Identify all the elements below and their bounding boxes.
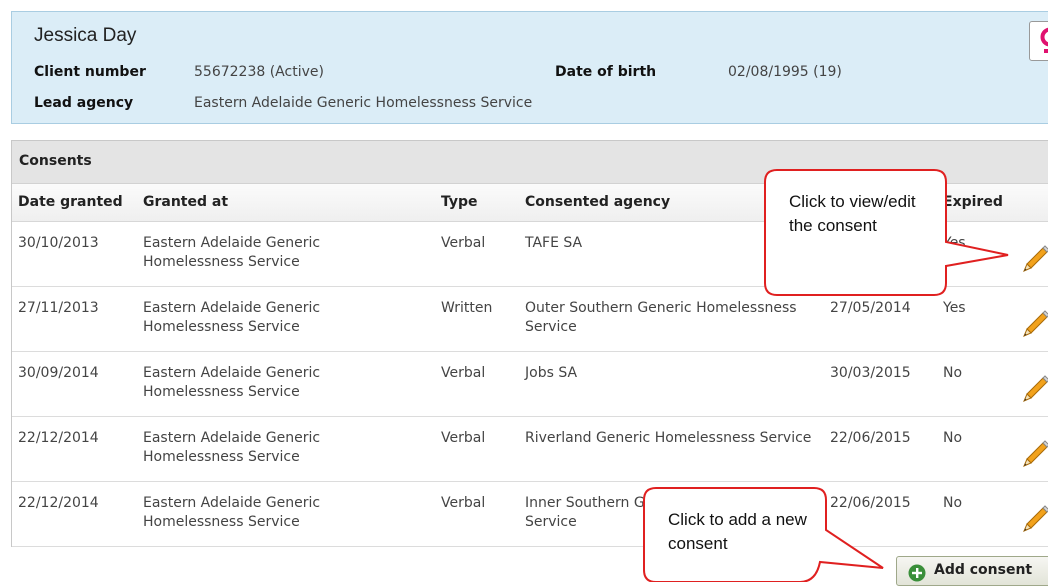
dob-label: Date of birth xyxy=(555,64,656,80)
cell-consented-agency: Outer Southern Generic Homelessness Serv… xyxy=(525,299,815,337)
pencil-icon[interactable] xyxy=(1020,371,1048,403)
dob-value: 02/08/1995 (19) xyxy=(728,64,842,80)
cell-date-granted: 30/09/2014 xyxy=(18,364,99,383)
table-row: 27/11/2013 Eastern Adelaide Generic Home… xyxy=(12,287,1048,352)
col-expired: Expired xyxy=(943,194,1003,210)
lead-agency-label: Lead agency xyxy=(34,95,133,111)
cell-type: Verbal xyxy=(441,234,485,253)
lead-agency-value: Eastern Adelaide Generic Homelessness Se… xyxy=(194,95,532,111)
pencil-icon[interactable] xyxy=(1020,436,1048,468)
cell-expired: No xyxy=(943,364,962,383)
cell-type: Verbal xyxy=(441,364,485,383)
col-consented-agency: Consented agency xyxy=(525,194,670,210)
cell-type: Verbal xyxy=(441,429,485,448)
female-symbol-icon xyxy=(1036,26,1048,58)
cell-date-granted: 22/12/2014 xyxy=(18,494,99,513)
pencil-icon[interactable] xyxy=(1020,241,1048,273)
client-name: Jessica Day xyxy=(34,25,136,47)
plus-circle-icon xyxy=(908,564,926,582)
pencil-icon[interactable] xyxy=(1020,501,1048,533)
edit-callout-text: Click to view/edit the consent xyxy=(789,190,939,238)
cell-date-granted: 22/12/2014 xyxy=(18,429,99,448)
cell-expired: No xyxy=(943,429,962,448)
client-number-label: Client number xyxy=(34,64,146,80)
col-type: Type xyxy=(441,194,478,210)
cell-date-granted: 27/11/2013 xyxy=(18,299,99,318)
cell-consented-agency: Riverland Generic Homelessness Service xyxy=(525,429,815,448)
table-row: 22/12/2014 Eastern Adelaide Generic Home… xyxy=(12,417,1048,482)
pencil-icon[interactable] xyxy=(1020,306,1048,338)
cell-expiry-date: 22/06/2015 xyxy=(830,429,911,448)
cell-expiry-date: 22/06/2015 xyxy=(830,494,911,513)
table-row: 22/12/2014 Eastern Adelaide Generic Home… xyxy=(12,482,1048,547)
consents-title: Consents xyxy=(19,153,92,169)
col-date-granted: Date granted xyxy=(18,194,123,210)
cell-expiry-date: 30/03/2015 xyxy=(830,364,911,383)
col-granted-at: Granted at xyxy=(143,194,228,210)
cell-granted-at: Eastern Adelaide Generic Homelessness Se… xyxy=(143,234,403,272)
add-consent-label: Add consent xyxy=(934,562,1032,578)
cell-consented-agency: Jobs SA xyxy=(525,364,815,383)
cell-granted-at: Eastern Adelaide Generic Homelessness Se… xyxy=(143,429,403,467)
cell-type: Written xyxy=(441,299,492,318)
cell-granted-at: Eastern Adelaide Generic Homelessness Se… xyxy=(143,299,403,337)
client-header: Jessica Day Client number 55672238 (Acti… xyxy=(11,11,1048,124)
cell-granted-at: Eastern Adelaide Generic Homelessness Se… xyxy=(143,494,403,532)
cell-expiry-date: 27/05/2014 xyxy=(830,299,911,318)
cell-type: Verbal xyxy=(441,494,485,513)
cell-granted-at: Eastern Adelaide Generic Homelessness Se… xyxy=(143,364,403,402)
cell-expired: No xyxy=(943,494,962,513)
cell-expired: Yes xyxy=(943,234,966,253)
add-callout-text: Click to add a new consent xyxy=(668,508,818,556)
cell-consented-agency: TAFE SA xyxy=(525,234,815,253)
consents-title-bar: Consents xyxy=(12,141,1048,184)
cell-date-granted: 30/10/2013 xyxy=(18,234,99,253)
table-row: 30/09/2014 Eastern Adelaide Generic Home… xyxy=(12,352,1048,417)
client-number-value: 55672238 (Active) xyxy=(194,64,324,80)
gender-badge xyxy=(1029,21,1048,61)
cell-expired: Yes xyxy=(943,299,966,318)
